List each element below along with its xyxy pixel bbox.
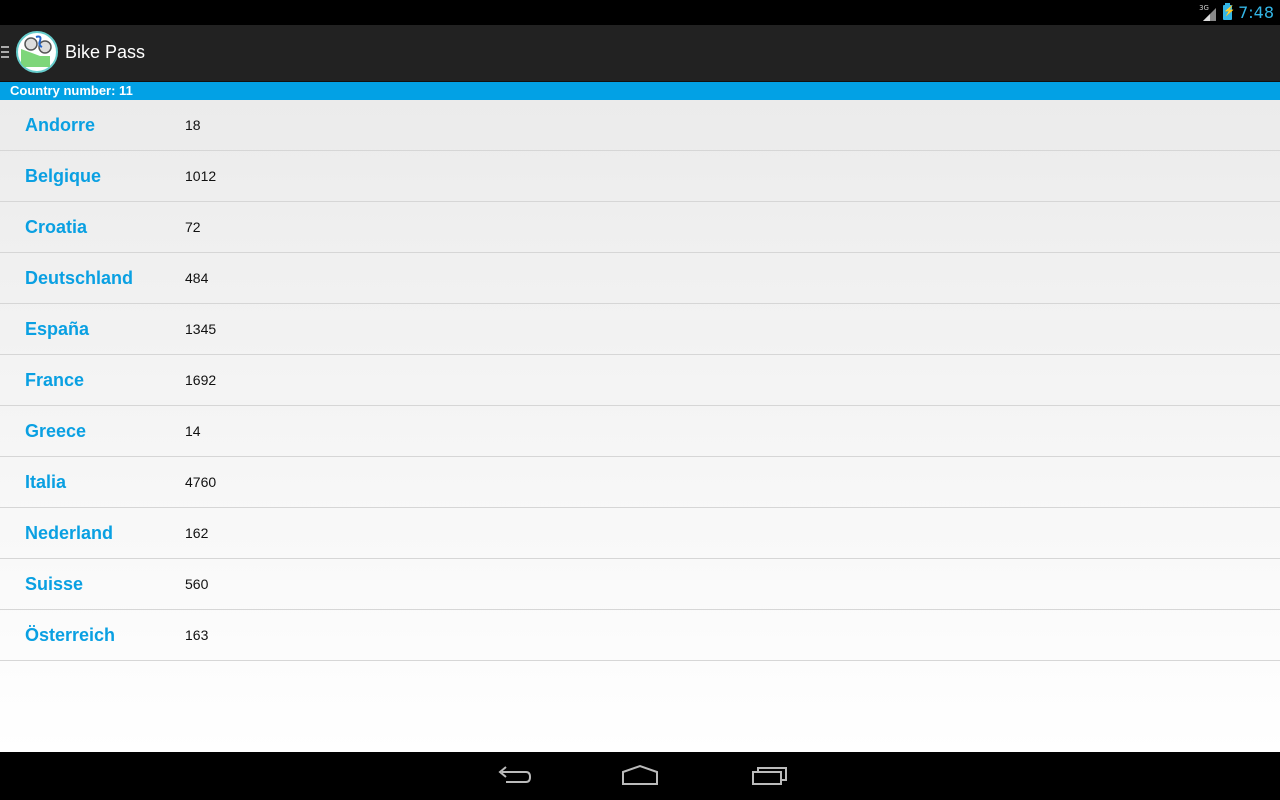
- country-name: France: [25, 370, 85, 390]
- action-bar: Bike Pass: [0, 25, 1280, 82]
- country-count-bar: Country number: 11: [0, 82, 1280, 100]
- country-row[interactable]: Deutschland 484: [0, 253, 1280, 304]
- country-row[interactable]: Italia 4760: [0, 457, 1280, 508]
- country-name: Croatia: [25, 217, 88, 237]
- home-button[interactable]: [620, 762, 660, 790]
- country-name: Suisse: [25, 574, 84, 594]
- country-count: 18: [185, 117, 201, 133]
- country-count: 14: [185, 423, 201, 439]
- country-count: 484: [185, 270, 209, 286]
- status-icons: 3G 7:48: [1199, 0, 1274, 25]
- country-row[interactable]: France 1692: [0, 355, 1280, 406]
- home-icon: [622, 764, 658, 785]
- country-name: Greece: [25, 421, 87, 441]
- country-row[interactable]: España 1345: [0, 304, 1280, 355]
- country-count: 560: [185, 576, 209, 592]
- country-row[interactable]: Belgique 1012: [0, 151, 1280, 202]
- country-row[interactable]: Andorre 18: [0, 100, 1280, 151]
- country-row[interactable]: Croatia 72: [0, 202, 1280, 253]
- recent-apps-button[interactable]: [750, 762, 790, 790]
- country-row[interactable]: Greece 14: [0, 406, 1280, 457]
- clock: 7:48: [1238, 3, 1274, 22]
- country-row[interactable]: Österreich 163: [0, 610, 1280, 661]
- country-name: Italia: [25, 472, 67, 492]
- back-button[interactable]: [492, 762, 532, 790]
- country-row[interactable]: Suisse 560: [0, 559, 1280, 610]
- bike-pass-app-icon[interactable]: [16, 31, 58, 73]
- country-row[interactable]: Nederland 162: [0, 508, 1280, 559]
- country-name: Nederland: [25, 523, 114, 543]
- country-count: 1012: [185, 168, 217, 184]
- country-count: 72: [185, 219, 201, 235]
- menu-icon[interactable]: [1, 46, 9, 58]
- country-count: 162: [185, 525, 209, 541]
- country-count: 1692: [185, 372, 217, 388]
- recent-apps-icon: [752, 767, 787, 785]
- country-name: Belgique: [25, 166, 102, 186]
- country-name: España: [25, 319, 90, 339]
- country-count: 1345: [185, 321, 217, 337]
- country-name: Österreich: [25, 625, 116, 645]
- country-count: 4760: [185, 474, 217, 490]
- battery-charging-icon: [1223, 3, 1236, 20]
- country-list: Andorre 18 Belgique 1012 Croatia 72 Deutsch…: [0, 100, 1280, 752]
- country-count-label: Country number: 11: [10, 83, 133, 98]
- app-title: Bike Pass: [65, 42, 146, 62]
- status-bar: 3G 7:48: [0, 0, 1280, 25]
- country-count: 163: [185, 627, 209, 643]
- signal-icon: 3G: [1199, 4, 1217, 22]
- back-icon: [498, 766, 532, 783]
- network-type: 3G: [1199, 3, 1209, 12]
- country-name: Andorre: [25, 115, 96, 135]
- country-name: Deutschland: [25, 268, 134, 288]
- navigation-bar: [0, 752, 1280, 800]
